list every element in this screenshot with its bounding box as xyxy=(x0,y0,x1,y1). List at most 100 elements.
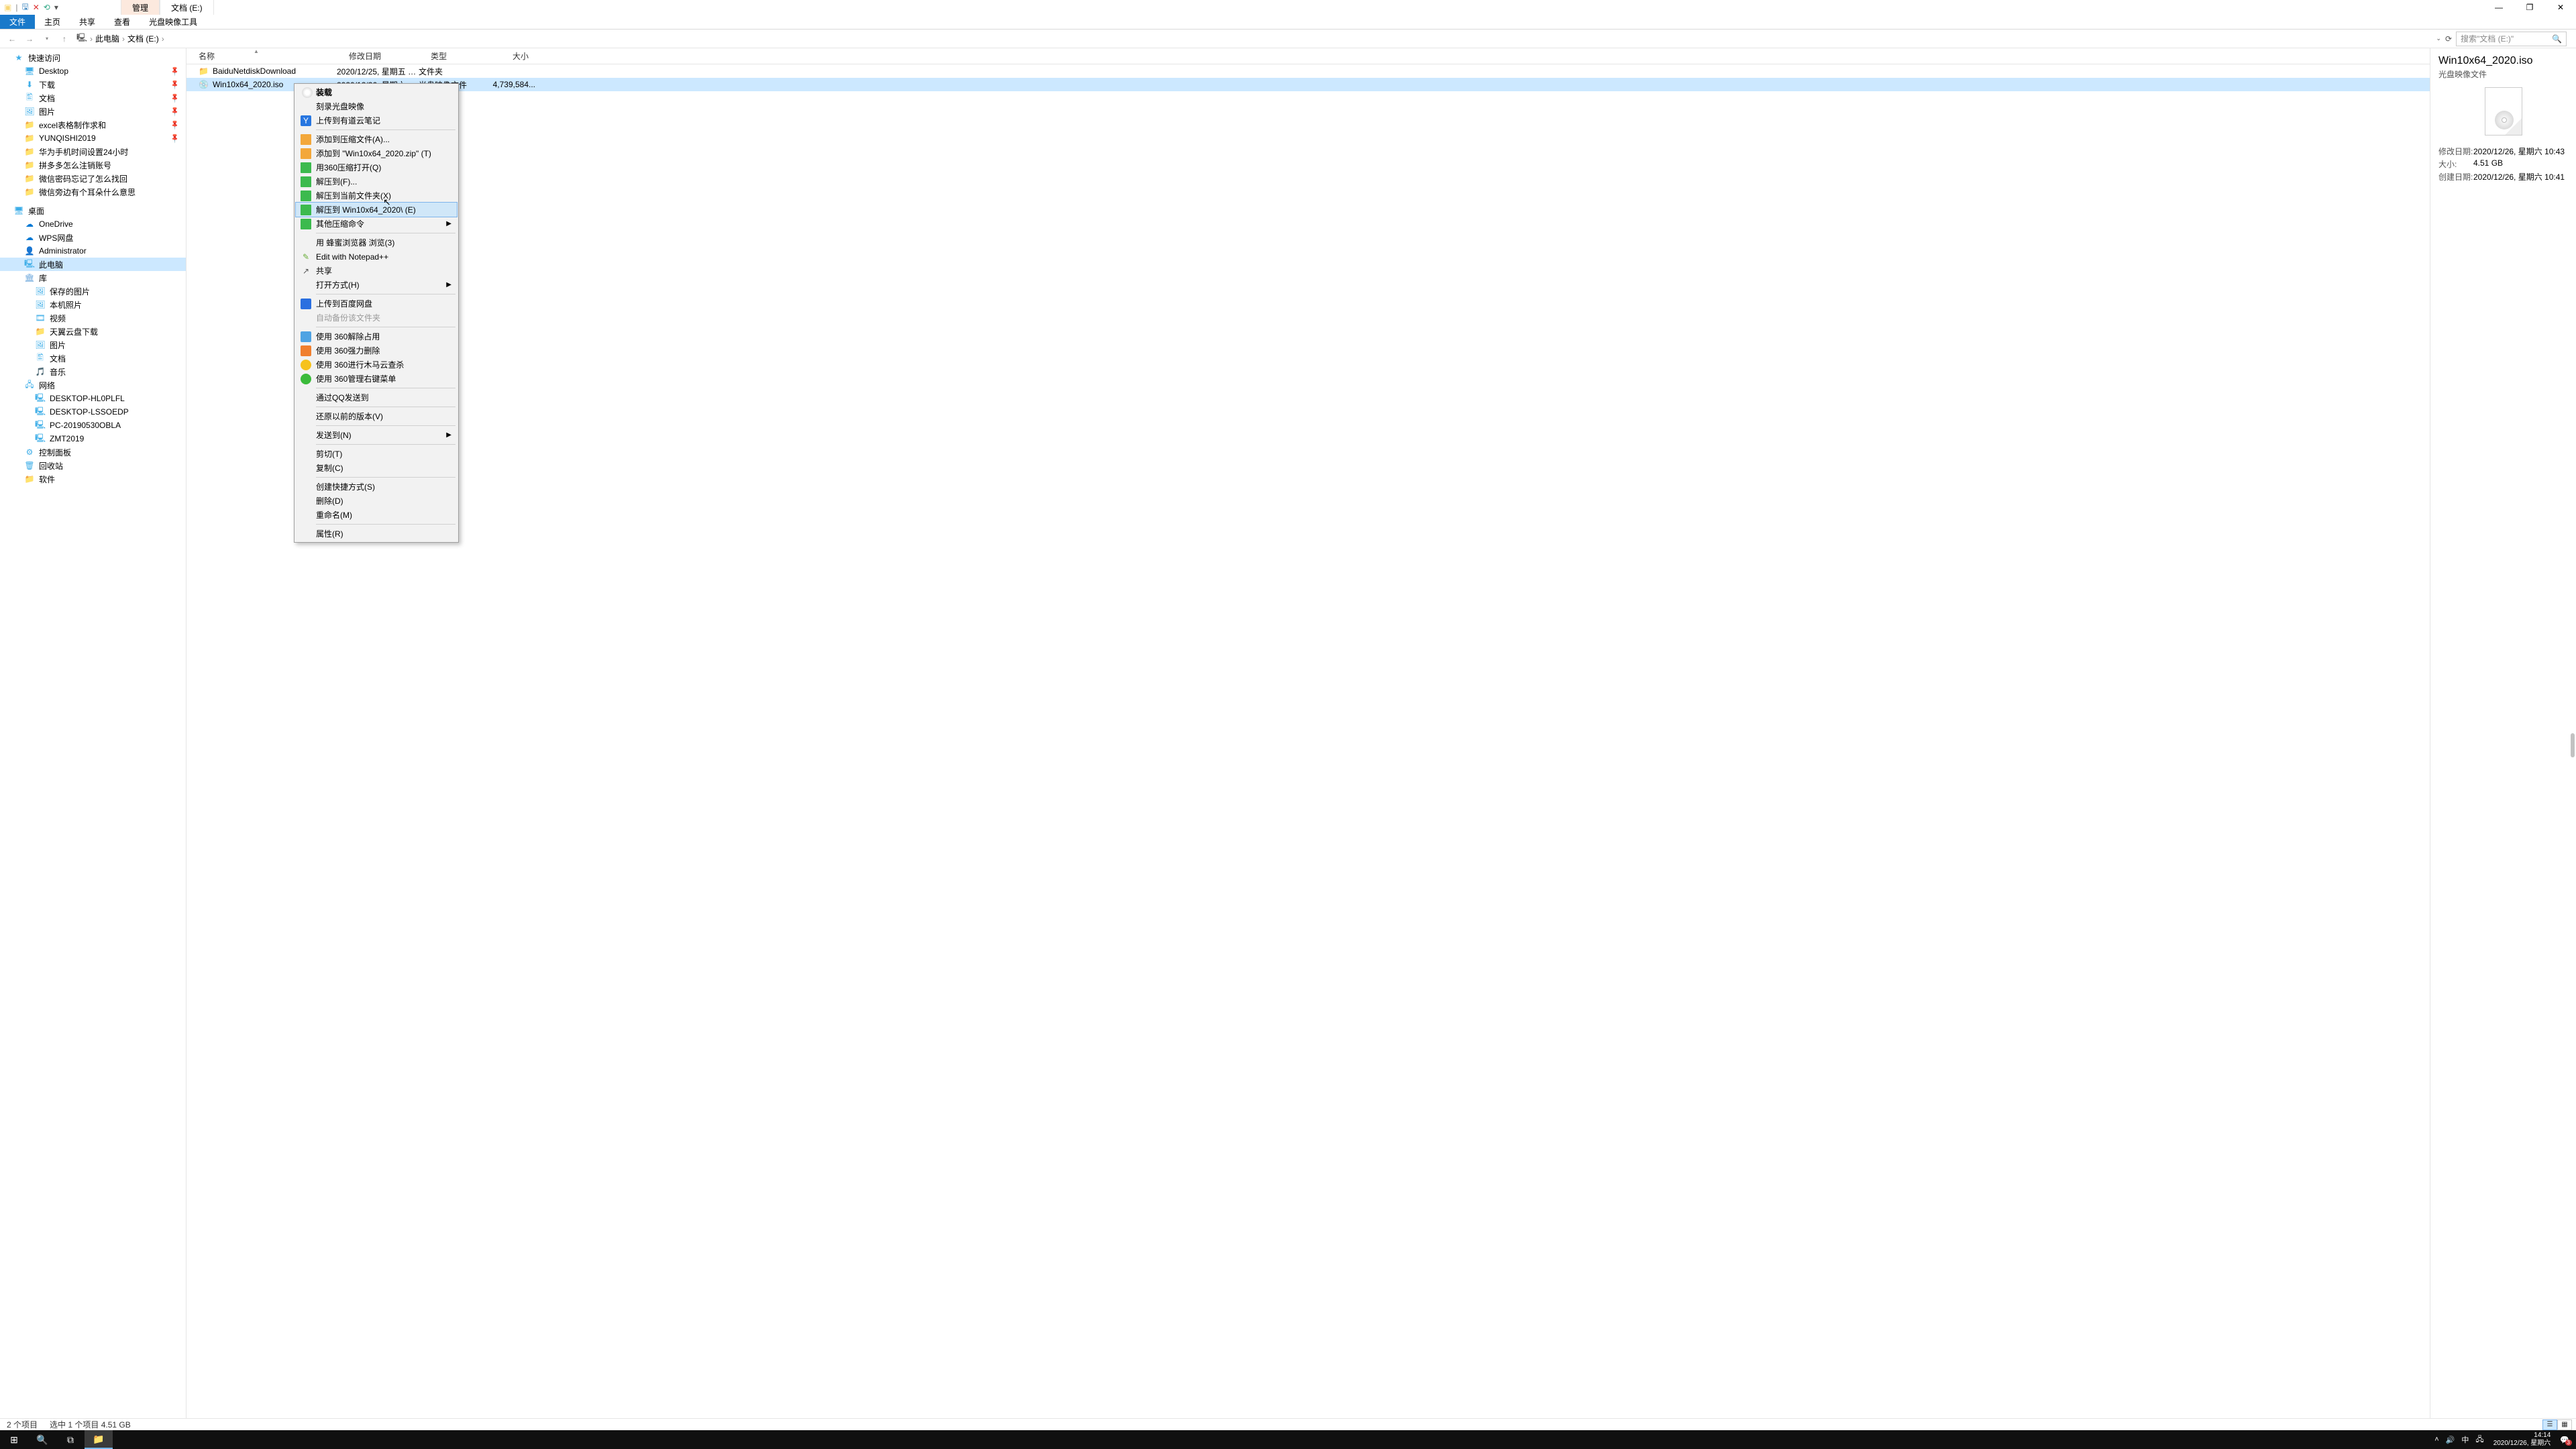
file-row[interactable]: 📁BaiduNetdiskDownload 2020/12/25, 星期五 1.… xyxy=(186,64,2430,78)
menu-360-delete[interactable]: 使用 360强力删除 xyxy=(296,343,457,358)
start-button[interactable]: ⊞ xyxy=(0,1430,28,1449)
taskbar-search-button[interactable]: 🔍 xyxy=(28,1430,56,1449)
ribbon-tab-home[interactable]: 主页 xyxy=(35,15,70,29)
chevron-right-icon[interactable]: › xyxy=(122,34,125,44)
menu-send-to[interactable]: 发送到(N)▶ xyxy=(296,428,457,442)
menu-360-scan[interactable]: 使用 360进行木马云查杀 xyxy=(296,358,457,372)
network-icon[interactable]: 🖧 xyxy=(2475,1434,2483,1446)
chevron-right-icon[interactable]: › xyxy=(90,34,93,44)
column-date[interactable]: 修改日期 xyxy=(337,50,419,62)
menu-cut[interactable]: 剪切(T) xyxy=(296,447,457,461)
menu-properties[interactable]: 属性(R) xyxy=(296,527,457,541)
menu-add-archive[interactable]: 添加到压缩文件(A)... xyxy=(296,132,457,146)
column-type[interactable]: 类型 xyxy=(419,50,488,62)
ribbon-tab-disc-tools[interactable]: 光盘映像工具 xyxy=(140,15,207,29)
volume-icon[interactable]: 🔊 xyxy=(2446,1436,2455,1444)
nav-folder-pinduoduo[interactable]: 📁拼多多怎么注销账号 xyxy=(0,158,186,172)
nav-tianyi[interactable]: 📁天翼云盘下载 xyxy=(0,325,186,338)
menu-mount[interactable]: 装载 xyxy=(296,85,457,99)
nav-desktop-root[interactable]: 🖥桌面 xyxy=(0,204,186,217)
menu-other-compress[interactable]: 其他压缩命令▶ xyxy=(296,217,457,231)
nav-history-dropdown[interactable]: ▾ xyxy=(40,36,54,42)
nav-documents-lib[interactable]: 🖺文档 xyxy=(0,352,186,365)
nav-folder-wechat-ear[interactable]: 📁微信旁边有个耳朵什么意思 xyxy=(0,185,186,199)
taskbar-clock[interactable]: 14:14 2020/12/26, 星期六 xyxy=(2491,1430,2554,1449)
nav-desktop[interactable]: 🖥Desktop📌 xyxy=(0,64,186,78)
search-icon[interactable]: 🔍 xyxy=(2552,34,2562,44)
nav-videos[interactable]: 🎞视频 xyxy=(0,311,186,325)
scrollbar-thumb[interactable] xyxy=(2571,733,2575,757)
nav-network[interactable]: 🖧网络 xyxy=(0,378,186,392)
menu-restore[interactable]: 还原以前的版本(V) xyxy=(296,409,457,423)
address-dropdown-icon[interactable]: ⌄ xyxy=(2436,35,2441,42)
menu-360-menu[interactable]: 使用 360管理右键菜单 xyxy=(296,372,457,386)
ribbon-tab-view[interactable]: 查看 xyxy=(105,15,140,29)
nav-quick-access[interactable]: ★快速访问 xyxy=(0,51,186,64)
menu-360-unlock[interactable]: 使用 360解除占用 xyxy=(296,329,457,343)
nav-administrator[interactable]: 👤Administrator xyxy=(0,244,186,258)
view-details-button[interactable]: ☰ xyxy=(2542,1419,2557,1430)
nav-folder-excel[interactable]: 📁excel表格制作求和📌 xyxy=(0,118,186,131)
qat-dropdown-icon[interactable]: ▾ xyxy=(54,3,58,12)
nav-control-panel[interactable]: ⚙控制面板 xyxy=(0,445,186,459)
nav-this-pc[interactable]: 🖳此电脑 xyxy=(0,258,186,271)
column-name[interactable]: 名称▲ xyxy=(186,50,337,62)
chevron-right-icon[interactable]: › xyxy=(162,34,164,44)
menu-open-360[interactable]: 用360压缩打开(Q) xyxy=(296,160,457,174)
action-center-button[interactable]: 💬3 xyxy=(2560,1436,2569,1444)
breadcrumb-this-pc[interactable]: 此电脑 xyxy=(95,33,119,44)
file-list[interactable]: 名称▲ 修改日期 类型 大小 📁BaiduNetdiskDownload 202… xyxy=(186,48,2430,1422)
nav-libraries[interactable]: 🏛库 xyxy=(0,271,186,284)
menu-share[interactable]: ↗共享 xyxy=(296,264,457,278)
close-button[interactable]: ✕ xyxy=(2545,0,2576,15)
menu-copy[interactable]: 复制(C) xyxy=(296,461,457,475)
ime-indicator[interactable]: 中 xyxy=(2461,1434,2469,1445)
nav-net-pc1[interactable]: 🖳DESKTOP-HL0PLFL xyxy=(0,392,186,405)
nav-net-pc3[interactable]: 🖳PC-20190530OBLA xyxy=(0,419,186,432)
minimize-button[interactable]: ― xyxy=(2483,0,2514,15)
taskbar-explorer[interactable]: 📁 xyxy=(85,1430,113,1449)
nav-saved-pictures[interactable]: 🖼保存的图片 xyxy=(0,284,186,298)
view-thumbnails-button[interactable]: ▦ xyxy=(2557,1419,2572,1430)
ribbon-tab-file[interactable]: 文件 xyxy=(0,15,35,29)
nav-pictures[interactable]: 🖼图片📌 xyxy=(0,105,186,118)
menu-extract-folder[interactable]: 解压到 Win10x64_2020\ (E) xyxy=(296,203,457,217)
menu-add-zip[interactable]: 添加到 "Win10x64_2020.zip" (T) xyxy=(296,146,457,160)
ribbon-tab-share[interactable]: 共享 xyxy=(70,15,105,29)
menu-delete[interactable]: 删除(D) xyxy=(296,494,457,508)
nav-recycle-bin[interactable]: 🗑回收站 xyxy=(0,459,186,472)
maximize-button[interactable]: ❐ xyxy=(2514,0,2545,15)
nav-net-pc2[interactable]: 🖳DESKTOP-LSSOEDP xyxy=(0,405,186,419)
breadcrumb-drive[interactable]: 文档 (E:) xyxy=(127,33,159,44)
nav-folder-yunqishi[interactable]: 📁YUNQISHI2019📌 xyxy=(0,131,186,145)
nav-documents[interactable]: 🖺文档📌 xyxy=(0,91,186,105)
file-row-selected[interactable]: 💿Win10x64_2020.iso 2020/12/26, 星期六 1... … xyxy=(186,78,2430,91)
nav-up-button[interactable]: ↑ xyxy=(58,34,71,44)
save-icon[interactable]: 🖫 xyxy=(21,1,28,15)
menu-qq-send[interactable]: 通过QQ发送到 xyxy=(296,390,457,405)
nav-folder-huawei[interactable]: 📁华为手机时间设置24小时 xyxy=(0,145,186,158)
menu-baidu-upload[interactable]: 上传到百度网盘 xyxy=(296,297,457,311)
menu-extract-here[interactable]: 解压到当前文件夹(X) xyxy=(296,189,457,203)
body-scrollbar[interactable] xyxy=(2567,48,2576,1418)
search-input[interactable]: 搜索"文档 (E:)" 🔍 xyxy=(2456,32,2567,46)
menu-youdao[interactable]: Y上传到有道云笔记 xyxy=(296,113,457,127)
menu-open-with[interactable]: 打开方式(H)▶ xyxy=(296,278,457,292)
navigation-pane[interactable]: ★快速访问 🖥Desktop📌 ⬇下载📌 🖺文档📌 🖼图片📌 📁excel表格制… xyxy=(0,48,186,1422)
task-view-button[interactable]: ⧉ xyxy=(56,1430,85,1449)
nav-onedrive[interactable]: ☁OneDrive xyxy=(0,217,186,231)
nav-wps[interactable]: ☁WPS网盘 xyxy=(0,231,186,244)
nav-pictures-lib[interactable]: 🖼图片 xyxy=(0,338,186,352)
nav-music[interactable]: 🎵音乐 xyxy=(0,365,186,378)
nav-back-button[interactable]: ← xyxy=(5,34,19,44)
nav-downloads[interactable]: ⬇下载📌 xyxy=(0,78,186,91)
delete-icon[interactable]: ✕ xyxy=(33,3,40,12)
column-size[interactable]: 大小 xyxy=(488,50,542,62)
menu-honey-browser[interactable]: 用 蜂蜜浏览器 浏览(3) xyxy=(296,235,457,250)
tray-overflow-button[interactable]: ˄ xyxy=(2434,1436,2438,1444)
menu-burn[interactable]: 刻录光盘映像 xyxy=(296,99,457,113)
nav-software[interactable]: 📁软件 xyxy=(0,472,186,486)
refresh-button[interactable]: ⟳ xyxy=(2445,34,2452,44)
menu-shortcut[interactable]: 创建快捷方式(S) xyxy=(296,480,457,494)
title-tab-manage[interactable]: 管理 xyxy=(121,0,160,15)
